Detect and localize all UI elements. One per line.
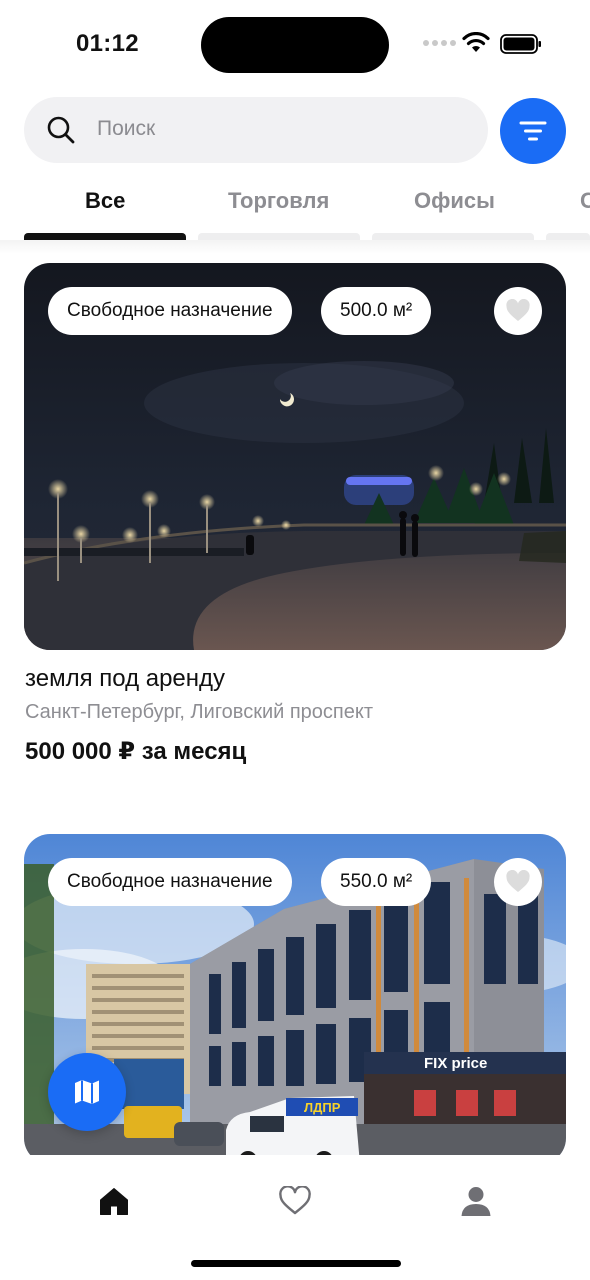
purpose-badge: Свободное назначение bbox=[48, 858, 292, 906]
wifi-icon bbox=[462, 32, 490, 52]
tab-all[interactable]: Все bbox=[85, 188, 125, 214]
heart-icon bbox=[506, 870, 530, 892]
tab-other-indicator bbox=[546, 233, 590, 240]
area-badge: 500.0 м² bbox=[321, 287, 432, 335]
category-tabs: Все Торговля Офисы С bbox=[0, 180, 590, 240]
nav-home[interactable] bbox=[89, 1181, 139, 1221]
tab-retail-indicator bbox=[198, 233, 360, 240]
search-input[interactable]: Поиск bbox=[24, 97, 488, 163]
filter-button[interactable] bbox=[500, 98, 566, 164]
battery-icon bbox=[500, 34, 541, 54]
tab-offices-indicator bbox=[372, 233, 534, 240]
tab-offices[interactable]: Офисы bbox=[414, 188, 495, 214]
favorite-button[interactable] bbox=[494, 287, 542, 335]
heart-icon bbox=[506, 299, 530, 321]
bottom-navigation bbox=[0, 1155, 590, 1280]
listing-address: Санкт-Петербург, Лиговский проспект bbox=[25, 701, 374, 723]
dynamic-island bbox=[201, 17, 389, 73]
filter-icon bbox=[519, 121, 547, 141]
home-indicator bbox=[191, 1260, 401, 1267]
purpose-badge: Свободное назначение bbox=[48, 287, 292, 335]
cellular-signal-icon bbox=[423, 40, 456, 46]
tabs-shadow bbox=[0, 240, 590, 254]
listing-title[interactable]: земля под аренду bbox=[25, 665, 225, 693]
photo-van-text: ЛДПР bbox=[304, 1100, 341, 1115]
person-icon bbox=[461, 1187, 491, 1216]
nav-profile[interactable] bbox=[451, 1181, 501, 1221]
status-time: 01:12 bbox=[76, 30, 139, 57]
map-icon bbox=[75, 1080, 99, 1104]
heart-outline-icon bbox=[279, 1186, 311, 1215]
tab-all-indicator bbox=[24, 233, 186, 240]
status-bar: 01:12 bbox=[0, 0, 590, 90]
home-icon bbox=[100, 1188, 128, 1215]
favorite-button[interactable] bbox=[494, 858, 542, 906]
search-placeholder: Поиск bbox=[97, 117, 156, 140]
nav-favorites[interactable] bbox=[270, 1181, 320, 1221]
listing-price: 500 000 ₽ за месяц bbox=[25, 738, 247, 765]
search-icon bbox=[47, 116, 75, 144]
area-badge: 550.0 м² bbox=[321, 858, 432, 906]
tab-retail[interactable]: Торговля bbox=[228, 188, 329, 214]
map-button[interactable] bbox=[48, 1053, 126, 1131]
photo-store-sign: FIX price bbox=[424, 1055, 487, 1072]
tab-other[interactable]: С bbox=[580, 188, 590, 214]
